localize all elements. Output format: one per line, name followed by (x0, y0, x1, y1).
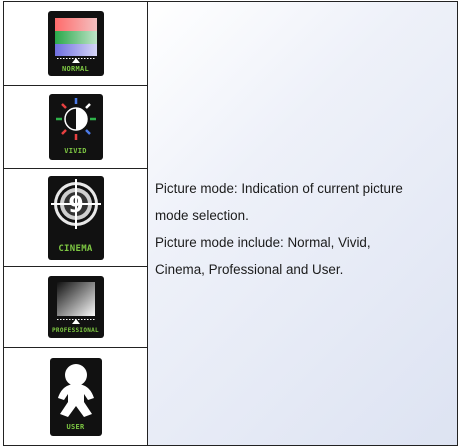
color-bars-icon (54, 18, 97, 63)
mode-cell-vivid: VIVID (4, 86, 147, 169)
mode-label-professional: PROFESSIONAL (52, 327, 99, 334)
gradient-square-icon (56, 282, 95, 324)
description-line-4: Cinema, Professional and User. (155, 262, 344, 277)
mode-cell-normal: NORMAL (4, 2, 147, 86)
person-icon (57, 363, 94, 417)
contrast-sun-icon (55, 98, 96, 140)
svg-text:9: 9 (68, 193, 83, 218)
description-column: Picture mode: Indication of current pict… (148, 2, 457, 445)
mode-label-user: USER (66, 422, 85, 431)
mode-cell-cinema: 9 CINEMA (4, 169, 147, 267)
normal-mode-tile: NORMAL (47, 11, 104, 76)
picture-mode-table: NORMAL VIVID 9 CINEMA PROFESSIONAL USER … (3, 1, 458, 446)
professional-mode-tile: PROFESSIONAL (47, 276, 104, 338)
user-mode-tile: USER (49, 357, 102, 436)
mode-label-normal: NORMAL (61, 65, 90, 73)
description-line-1: Picture mode: Indication of current pict… (155, 181, 403, 196)
description-line-3: Picture mode include: Normal, Vivid, (155, 235, 371, 250)
mode-label-vivid: VIVID (64, 147, 87, 155)
cinema-mode-tile: 9 CINEMA (47, 175, 104, 260)
picture-mode-description: Picture mode: Indication of current pict… (155, 175, 453, 283)
description-line-2: mode selection. (155, 208, 249, 223)
vivid-mode-tile: VIVID (48, 94, 103, 160)
icon-column: NORMAL VIVID 9 CINEMA PROFESSIONAL USER (4, 2, 148, 445)
mode-label-cinema: CINEMA (58, 243, 93, 254)
mode-cell-user: USER (4, 348, 147, 445)
mode-cell-professional: PROFESSIONAL (4, 267, 147, 348)
film-reel-icon: 9 (50, 178, 101, 229)
